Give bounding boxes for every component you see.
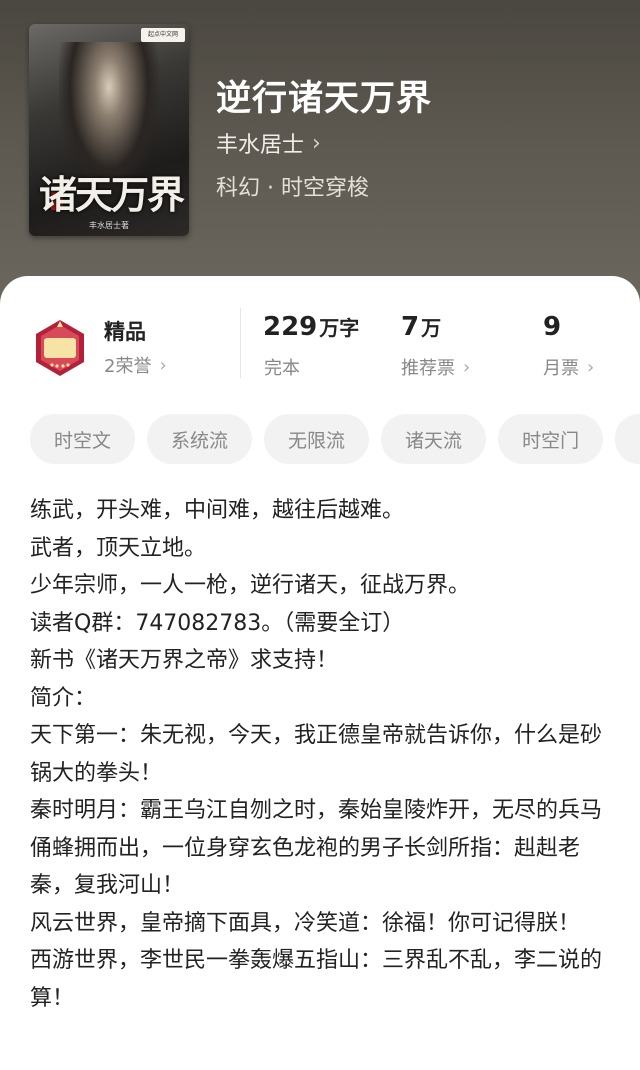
intro-line: 少年宗师，一人一枪，逆行诸天，征战万界。 <box>30 573 471 598</box>
intro-line: 西游世界，李世民一拳轰爆五指山：三界乱不乱，李二说的算！ <box>30 948 603 1011</box>
tag-chip[interactable] <box>615 414 640 464</box>
tag-chip[interactable]: 时空门 <box>498 414 604 464</box>
monthly-link[interactable]: 月票 › <box>543 354 594 380</box>
chevron-right-icon: › <box>587 356 595 378</box>
cover-publisher-badge: 起点中文网 <box>141 28 185 42</box>
quality-label: 精品 <box>104 320 146 344</box>
stats-row: 精品 2荣誉 › 229 万字 完本 7万 推荐票 › 9 月票 › <box>0 308 640 388</box>
word-count: 229 万字 <box>263 312 359 342</box>
recommend-label: 推荐票 <box>401 358 455 379</box>
stats-divider <box>240 308 241 378</box>
author-link[interactable]: 丰水居士 › <box>216 127 321 159</box>
tag-list: 时空文 系统流 无限流 诸天流 时空门 <box>30 414 640 466</box>
monthly-label: 月票 <box>543 358 579 379</box>
tag-chip[interactable]: 无限流 <box>264 414 370 464</box>
tag-chip[interactable]: 系统流 <box>147 414 253 464</box>
tag-chip[interactable]: 时空文 <box>30 414 136 464</box>
book-cover[interactable]: 起点中文网 诸天万界 丰水居士著 <box>29 24 189 236</box>
quality-medal-icon <box>36 320 84 376</box>
honor-count: 2荣誉 <box>104 356 152 377</box>
intro-line: 练武，开头难，中间难，越往后越难。 <box>30 498 405 523</box>
book-detail-card: 精品 2荣誉 › 229 万字 完本 7万 推荐票 › 9 月票 › 时空文 系统… <box>0 276 640 1070</box>
word-count-unit: 万字 <box>319 316 360 340</box>
chevron-right-icon: › <box>312 130 321 156</box>
book-genre: 科幻 · 时空穿梭 <box>216 176 369 201</box>
intro-line: 秦时明月：霸王乌江自刎之时，秦始皇陵炸开，无尽的兵马俑蜂拥而出，一位身穿玄色龙袍… <box>30 798 603 898</box>
monthly-count: 9 <box>543 312 561 342</box>
monthly-value: 9 <box>543 312 562 342</box>
word-count-value: 229 <box>263 312 318 342</box>
completion-status: 完本 <box>264 354 300 380</box>
cover-author: 丰水居士著 <box>89 221 129 230</box>
recommend-count: 7万 <box>401 312 441 342</box>
cover-title-art: 诸天万界 <box>39 172 185 217</box>
recommend-unit: 万 <box>421 316 442 340</box>
intro-line: 天下第一：朱无视，今天，我正德皇帝就告诉你，什么是砂锅大的拳头！ <box>30 723 603 786</box>
recommend-link[interactable]: 推荐票 › <box>401 354 470 380</box>
intro-line: 简介： <box>30 685 97 711</box>
intro-line: 读者Q群：747082783。（需要全订） <box>30 610 405 636</box>
honor-link[interactable]: 2荣誉 › <box>104 352 167 378</box>
book-intro[interactable]: 练武，开头难，中间难，越往后越难。 武者，顶天立地。 少年宗师，一人一枪，逆行诸… <box>30 492 620 1017</box>
chevron-right-icon: › <box>463 356 471 378</box>
status-text: 完本 <box>264 358 300 379</box>
tag-chip[interactable]: 诸天流 <box>381 414 487 464</box>
intro-line: 风云世界，皇帝摘下面具，冷笑道：徐福！你可记得朕！ <box>30 910 581 936</box>
author-name: 丰水居士 <box>216 133 305 158</box>
chevron-right-icon: › <box>159 354 167 376</box>
intro-line: 新书《诸天万界之帝》求支持！ <box>30 648 339 673</box>
recommend-value: 7 <box>401 312 420 342</box>
book-title: 逆行诸天万界 <box>216 78 433 119</box>
intro-line: 武者，顶天立地。 <box>30 535 207 561</box>
